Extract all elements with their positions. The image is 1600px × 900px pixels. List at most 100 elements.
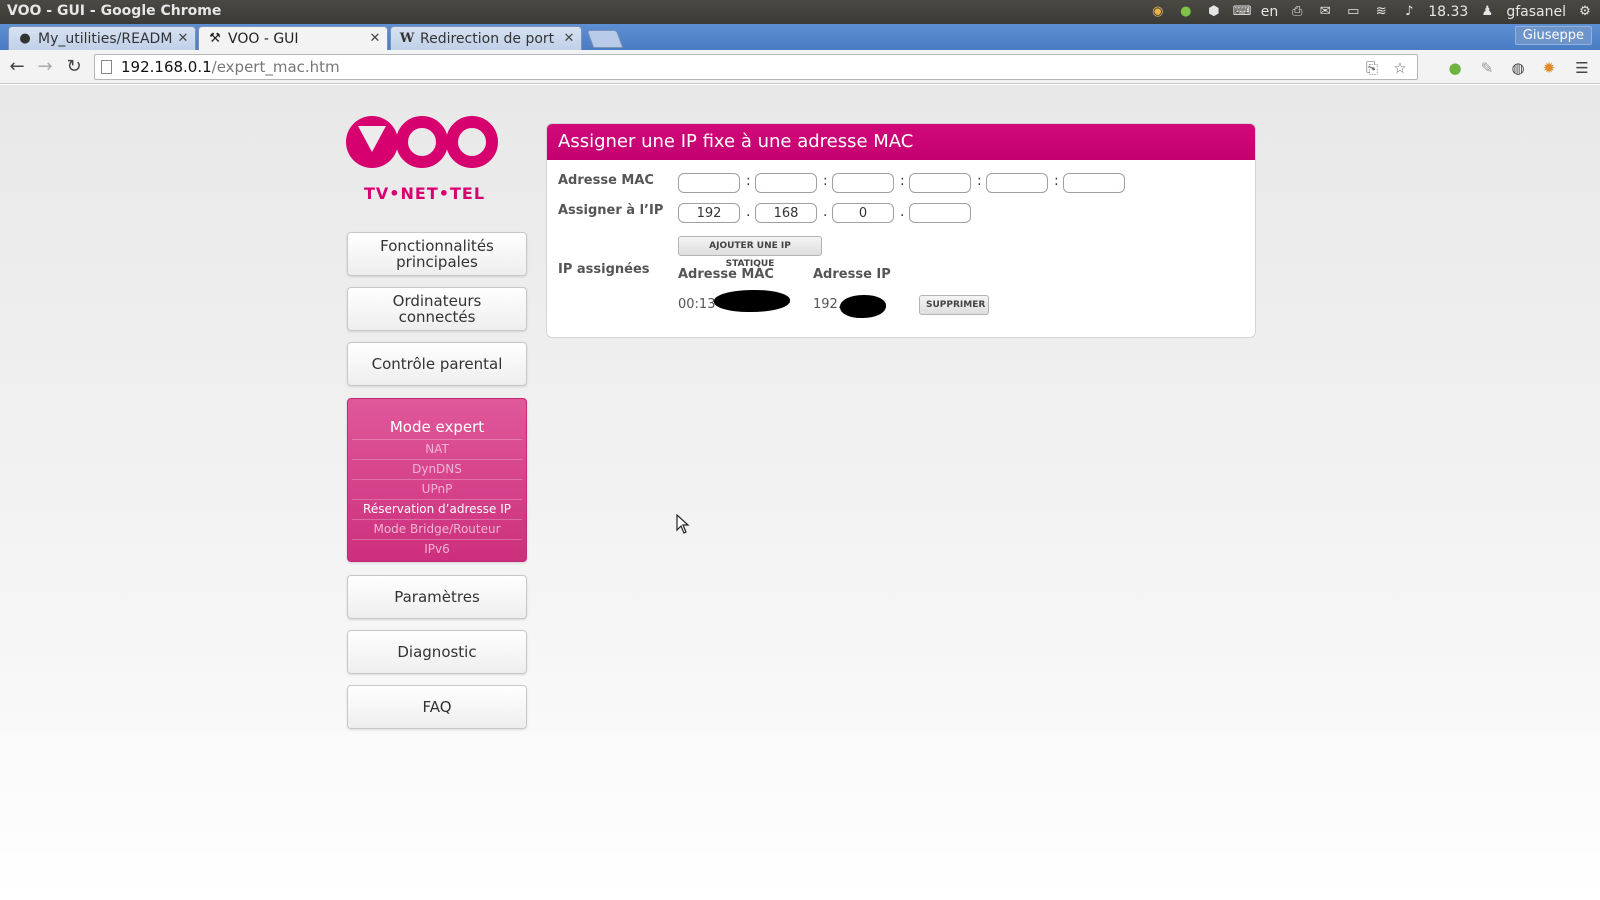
ip-separator: .	[746, 204, 751, 220]
mac-field-2[interactable]	[755, 173, 817, 193]
clock[interactable]: 18.33	[1428, 4, 1468, 20]
nav-controle-parental[interactable]: Contrôle parental	[347, 342, 527, 386]
mac-field-4[interactable]	[909, 173, 971, 193]
page-content: TV•NET•TEL Fonctionnalités principales O…	[0, 85, 1600, 900]
mac-ip-panel: Assigner une IP fixe à une adresse MAC A…	[546, 123, 1256, 338]
mail-icon[interactable]: ✉	[1316, 4, 1334, 20]
mac-field-1[interactable]	[678, 173, 740, 193]
expert-item-nat[interactable]: NAT	[352, 439, 522, 459]
tab-label: VOO - GUI	[228, 30, 299, 47]
system-tray: ◉ ● ⬢ ⌨ en ⎙ ✉ ▭ ≋ ♪ 18.33 ♟ gfasanel ⚙	[1149, 2, 1594, 22]
close-icon[interactable]: ✕	[367, 31, 383, 46]
nav-label: Diagnostic	[397, 643, 477, 661]
mac-separator: :	[977, 173, 982, 189]
page-icon	[101, 60, 112, 74]
battery-icon[interactable]: ▭	[1344, 4, 1362, 20]
ip-field-1[interactable]	[678, 203, 740, 223]
new-tab-button[interactable]	[586, 30, 624, 48]
tab-voo-gui[interactable]: ⚒ VOO - GUI ✕	[198, 26, 388, 50]
ip-field-2[interactable]	[755, 203, 817, 223]
tab-label: Redirection de port	[420, 30, 555, 47]
ip-label: Assigner à l’IP	[558, 203, 664, 218]
dropbox-icon[interactable]: ⬢	[1205, 4, 1223, 20]
row-mac-value: 00:13	[678, 297, 716, 312]
voo-logo[interactable]: TV•NET•TEL	[346, 116, 498, 206]
nav-label: Ordinateurs connectés	[392, 292, 482, 326]
language-indicator[interactable]: en	[1261, 4, 1279, 20]
close-icon[interactable]: ✕	[561, 31, 577, 46]
mac-separator: :	[1054, 173, 1059, 189]
add-static-ip-button[interactable]: AJOUTER UNE IP STATIQUE	[678, 236, 822, 269]
expert-item-upnp[interactable]: UPnP	[352, 479, 522, 499]
panel-title: Assigner une IP fixe à une adresse MAC	[547, 124, 1255, 160]
keyboard-icon[interactable]: ⌨	[1233, 4, 1252, 20]
ip-field-3[interactable]	[832, 203, 894, 223]
mac-field-3[interactable]	[832, 173, 894, 193]
tab-strip: ● My_utilities/READM ✕ ⚒ VOO - GUI ✕ W R…	[0, 24, 1600, 50]
mac-separator: :	[823, 173, 828, 189]
url-host: 192.168.0.1	[121, 58, 212, 76]
expert-item-bridge-routeur[interactable]: Mode Bridge/Routeur	[352, 519, 522, 539]
expert-title[interactable]: Mode expert	[348, 418, 526, 436]
ip-field-4[interactable]	[909, 203, 971, 223]
ip-separator: .	[823, 204, 828, 220]
nav-label: Fonctionnalités principales	[380, 237, 494, 271]
nav-faq[interactable]: FAQ	[347, 685, 527, 729]
expert-item-reservation-ip[interactable]: Réservation d’adresse IP	[352, 499, 522, 519]
globe-extension-icon[interactable]: ◍	[1509, 59, 1527, 77]
wifi-icon[interactable]: ≋	[1372, 4, 1390, 20]
browser-toolbar: ← → ↻ 192.168.0.1/expert_mac.htm ⎘ ☆ ● ✎…	[0, 50, 1600, 84]
tab-label: My_utilities/READM	[38, 30, 173, 47]
ip-separator: .	[900, 204, 905, 220]
mouse-cursor-icon	[676, 514, 690, 534]
delete-button[interactable]: SUPPRIMER	[919, 295, 989, 315]
evernote-extension-icon[interactable]: ●	[1446, 59, 1464, 77]
window-title: VOO - GUI - Google Chrome	[7, 3, 222, 19]
logo-o-shape	[446, 116, 498, 168]
expert-item-dyndns[interactable]: DynDNS	[352, 459, 522, 479]
close-icon[interactable]: ✕	[175, 31, 191, 46]
mac-field-6[interactable]	[1063, 173, 1125, 193]
volume-icon[interactable]: ♪	[1400, 4, 1418, 20]
nav-parametres[interactable]: Paramètres	[347, 575, 527, 619]
nav-ordinateurs[interactable]: Ordinateurs connectés	[347, 287, 527, 331]
url-path: /expert_mac.htm	[211, 58, 340, 76]
nav-label: Paramètres	[394, 588, 480, 606]
printer-icon[interactable]: ⎙	[1288, 4, 1306, 20]
wikipedia-icon: W	[399, 30, 415, 46]
expert-item-ipv6[interactable]: IPv6	[352, 539, 522, 559]
tab-wikipedia[interactable]: W Redirection de port ✕	[390, 26, 582, 50]
pencil-extension-icon[interactable]: ✎	[1478, 59, 1496, 77]
mac-separator: :	[746, 173, 751, 189]
back-arrow-icon[interactable]: ←	[6, 56, 28, 78]
address-bar[interactable]: 192.168.0.1/expert_mac.htm ⎘ ☆	[94, 54, 1418, 80]
user-name[interactable]: gfasanel	[1506, 4, 1566, 20]
star-icon[interactable]: ☆	[1391, 59, 1409, 77]
tools-icon: ⚒	[209, 30, 221, 46]
nav-mode-expert: Mode expert NAT DynDNS UPnP Réservation …	[347, 398, 527, 562]
translate-icon[interactable]: ⎘	[1363, 59, 1381, 77]
logo-tagline: TV•NET•TEL	[364, 184, 486, 203]
nav-label: FAQ	[422, 698, 452, 716]
redaction-mark	[714, 290, 790, 312]
nav-label: Contrôle parental	[371, 355, 503, 373]
forward-arrow-icon[interactable]: →	[34, 56, 56, 78]
reload-icon[interactable]: ↻	[63, 56, 85, 78]
profile-button[interactable]: Giuseppe	[1514, 26, 1592, 45]
os-top-panel: VOO - GUI - Google Chrome ◉ ● ⬢ ⌨ en ⎙ ✉…	[0, 0, 1600, 24]
nav-diagnostic[interactable]: Diagnostic	[347, 630, 527, 674]
logo-o-shape	[396, 116, 448, 168]
fox-extension-icon[interactable]: ✹	[1540, 59, 1558, 77]
tab-github[interactable]: ● My_utilities/READM ✕	[8, 26, 196, 50]
gear-icon[interactable]: ⚙	[1576, 4, 1594, 20]
menu-icon[interactable]: ☰	[1573, 59, 1591, 77]
chrome-icon[interactable]: ◉	[1149, 4, 1167, 20]
mac-label: Adresse MAC	[558, 173, 654, 188]
evernote-icon[interactable]: ●	[1177, 4, 1195, 20]
mac-field-5[interactable]	[986, 173, 1048, 193]
mac-separator: :	[900, 173, 905, 189]
github-icon: ●	[19, 30, 31, 46]
col-mac-header: Adresse MAC	[678, 267, 774, 282]
user-icon: ♟	[1481, 4, 1494, 19]
nav-fonctionnalites[interactable]: Fonctionnalités principales	[347, 232, 527, 276]
